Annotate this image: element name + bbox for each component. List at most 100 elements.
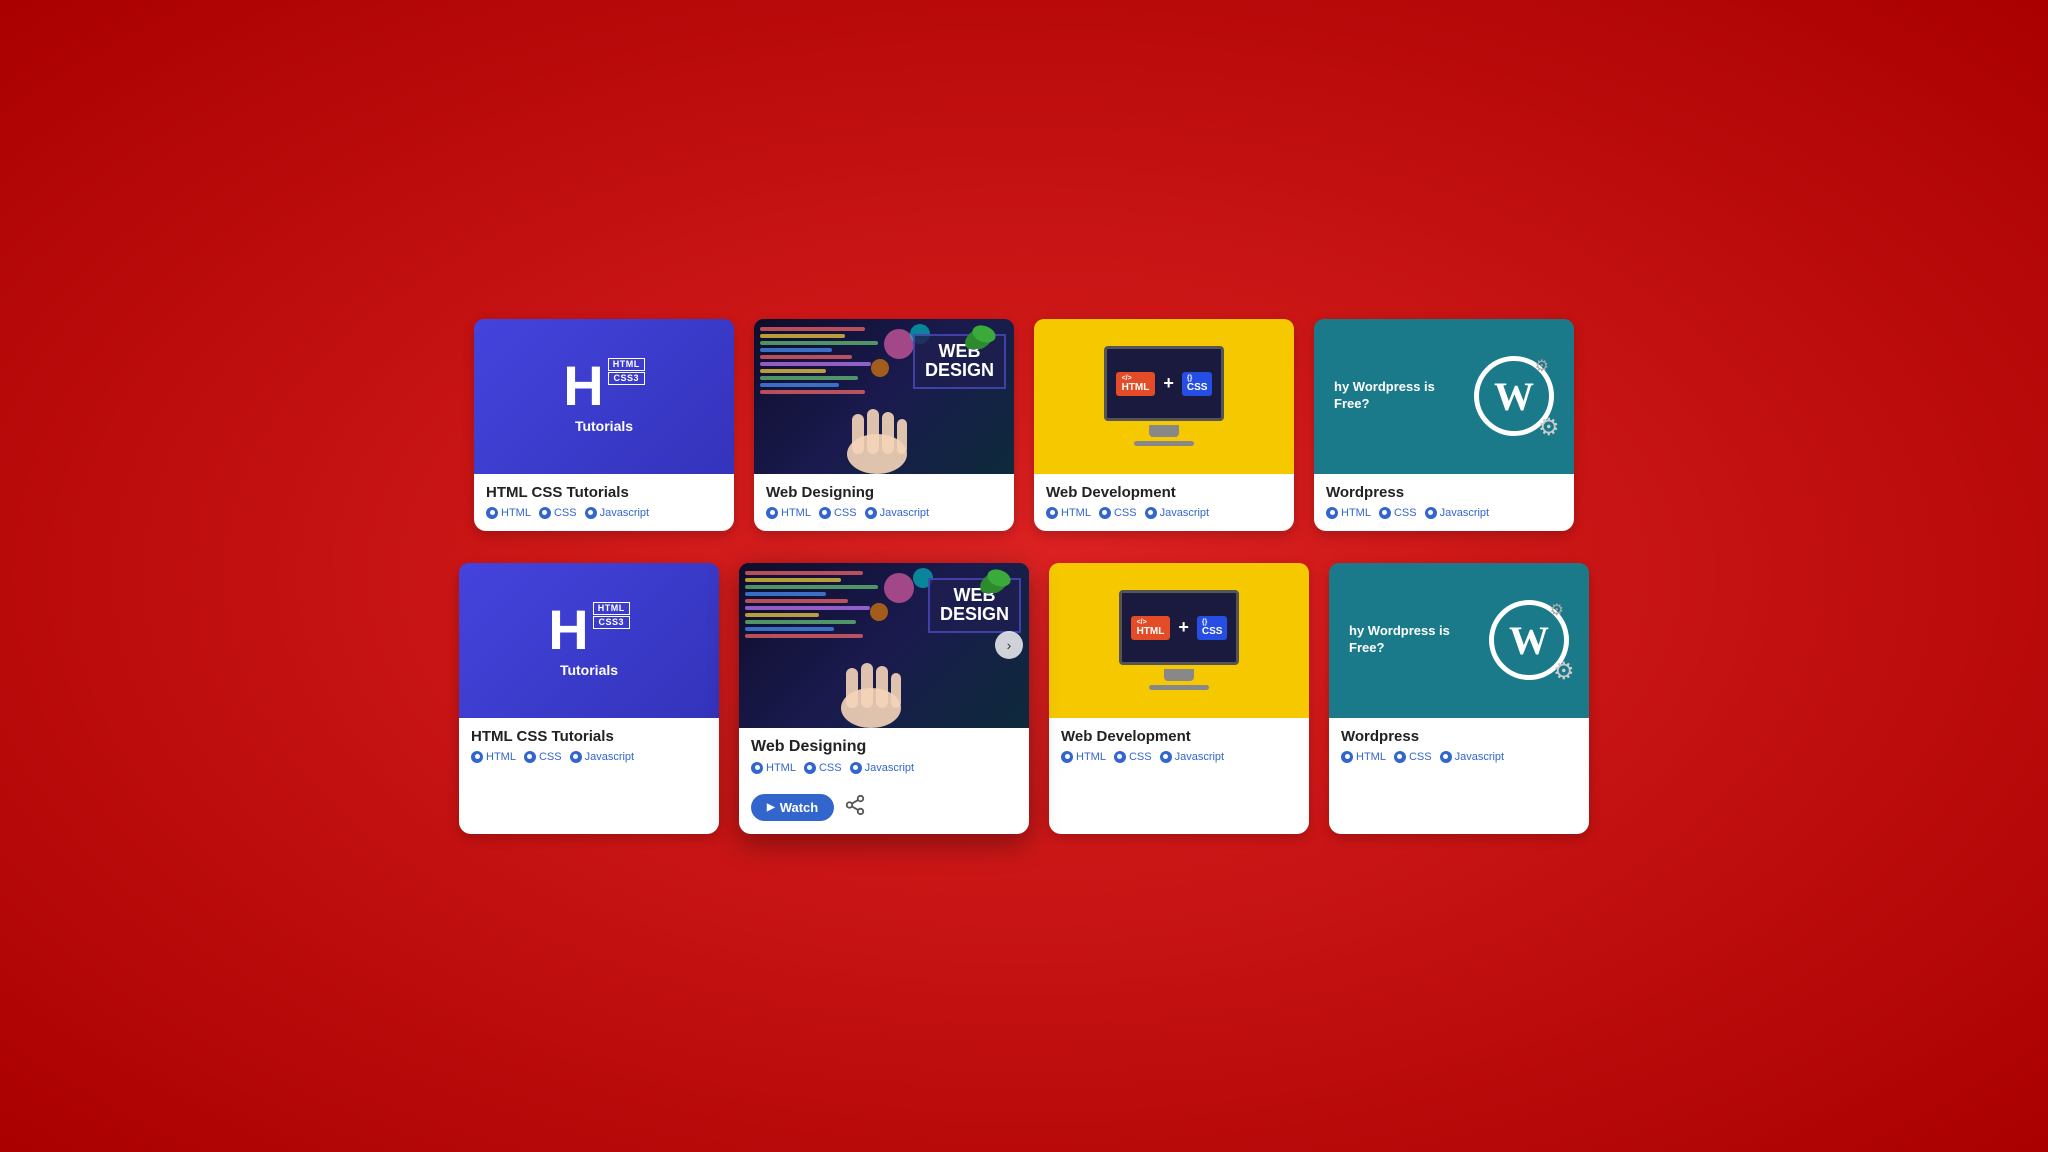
html-badge-1: </> HTML <box>1116 372 1156 396</box>
code-line-3 <box>760 341 878 345</box>
card-tags-wordpress-2: HTML CSS Javascript <box>1341 751 1577 763</box>
tag-dot-js-1 <box>585 507 597 519</box>
monitor-screen-2: </> HTML + {} CSS <box>1119 590 1239 665</box>
tag-js-wd1: Javascript <box>865 507 930 519</box>
tag-dot-html-wdev2 <box>1061 751 1073 763</box>
tag-dot-html-1 <box>486 507 498 519</box>
tag-dot-html-exp <box>751 762 763 774</box>
card-thumbnail-web-designing-expanded: WEB DESIGN <box>739 563 1029 728</box>
css-badge-2: {} CSS <box>1197 616 1228 640</box>
tag-dot-css-1 <box>539 507 551 519</box>
card-thumbnail-web-designing-1: WEB DESIGN <box>754 319 1014 474</box>
card-html-css-tutorials-2: H HTML CSS3 Tutorials HTML CSS Tutorials… <box>459 563 719 834</box>
card-web-designing-1: WEB DESIGN <box>754 319 1014 531</box>
code-line-8 <box>760 376 858 380</box>
card-info-html-css-1: HTML CSS Tutorials HTML CSS Javascript <box>474 474 734 531</box>
code-line-exp-6 <box>745 606 870 610</box>
card-tags-html-css-1: HTML CSS Javascript <box>486 507 722 519</box>
watch-button[interactable]: Watch <box>751 794 834 821</box>
card-tags-html-css-2: HTML CSS Javascript <box>471 751 707 763</box>
code-line-7 <box>760 369 826 373</box>
logo-badge-css3-2: CSS3 <box>593 616 630 629</box>
gear-icon-small-2: ⚙ <box>1550 600 1564 620</box>
page-wrapper: H HTML CSS3 Tutorials HTML CSS Tutorials… <box>424 319 1624 834</box>
code-line-exp-4 <box>745 592 826 596</box>
deco-circle-orange-1 <box>871 359 889 377</box>
card-web-dev-2: </> HTML + {} CSS Web Development <box>1049 563 1309 834</box>
tag-js-wp1: Javascript <box>1425 507 1490 519</box>
monitor-wrapper-1: </> HTML + {} CSS <box>1104 346 1224 446</box>
plant-deco-exp <box>974 563 1014 598</box>
code-line-exp-1 <box>745 571 863 575</box>
card-web-dev-1: </> HTML + {} CSS Web Development <box>1034 319 1294 531</box>
tag-js-r2c1: Javascript <box>570 751 635 763</box>
tag-html-wdev2: HTML <box>1061 751 1106 763</box>
card-actions-exp: Watch <box>739 786 1029 834</box>
wp-text-section-1: hy Wordpress is Free? <box>1334 379 1464 413</box>
card-info-wordpress-1: Wordpress HTML CSS Javascript <box>1314 474 1574 531</box>
logo-h-letter-1: H <box>563 358 603 414</box>
card-tags-web-dev-1: HTML CSS Javascript <box>1046 507 1282 519</box>
monitor-base-1 <box>1134 441 1194 446</box>
plus-sign-2: + <box>1178 617 1189 638</box>
deco-circle-pink-exp <box>884 573 914 603</box>
wp-logo-section-1: W ⚙ ⚙ <box>1474 356 1554 436</box>
tag-dot-html-wp2 <box>1341 751 1353 763</box>
code-line-6 <box>760 362 871 366</box>
tag-css-wd1: CSS <box>819 507 857 519</box>
card-title-wordpress-1: Wordpress <box>1326 484 1562 501</box>
web-design-label-exp-2: DESIGN <box>940 605 1009 625</box>
tag-css-wdev1: CSS <box>1099 507 1137 519</box>
plus-sign-1: + <box>1163 373 1174 394</box>
code-line-2 <box>760 334 845 338</box>
tag-css-wdev2: CSS <box>1114 751 1152 763</box>
card-row-1: H HTML CSS3 Tutorials HTML CSS Tutorials… <box>424 319 1624 531</box>
card-wordpress-1: hy Wordpress is Free? W ⚙ ⚙ Wordpress HT… <box>1314 319 1574 531</box>
logo-tutorials-2: Tutorials <box>548 662 629 678</box>
share-icon[interactable] <box>844 794 866 822</box>
plant-deco-1 <box>959 319 999 354</box>
tag-css-1: CSS <box>539 507 577 519</box>
card-title-html-css-1: HTML CSS Tutorials <box>486 484 722 501</box>
hand-element-1 <box>832 394 922 474</box>
card-tags-web-designing-exp: HTML CSS Javascript <box>751 762 1017 774</box>
card-title-html-css-2: HTML CSS Tutorials <box>471 728 707 745</box>
tag-dot-js-r2c1 <box>570 751 582 763</box>
nav-arrow-right-exp[interactable]: › <box>995 631 1023 659</box>
card-title-web-dev-2: Web Development <box>1061 728 1297 745</box>
monitor-wrapper-2: </> HTML + {} CSS <box>1119 590 1239 690</box>
tag-dot-css-wp1 <box>1379 507 1391 519</box>
tag-dot-js-exp <box>850 762 862 774</box>
tag-dot-js-wdev1 <box>1145 507 1157 519</box>
code-line-exp-2 <box>745 578 841 582</box>
tag-html-wdev1: HTML <box>1046 507 1091 519</box>
tag-dot-html-wdev1 <box>1046 507 1058 519</box>
logo-h-1: H HTML CSS3 <box>563 358 644 414</box>
deco-circle-orange-exp <box>870 603 888 621</box>
card-info-web-designing-exp: Web Designing HTML CSS Javascript <box>739 728 1029 786</box>
web-design-photo-1: WEB DESIGN <box>754 319 1014 474</box>
code-line-exp-3 <box>745 585 878 589</box>
card-info-web-dev-1: Web Development HTML CSS Javascript <box>1034 474 1294 531</box>
tag-dot-js-wdev2 <box>1160 751 1172 763</box>
code-line-5 <box>760 355 852 359</box>
card-info-wordpress-2: Wordpress HTML CSS Javascript <box>1329 718 1589 775</box>
logo-badge-html-1: HTML <box>608 358 645 371</box>
card-tags-wordpress-1: HTML CSS Javascript <box>1326 507 1562 519</box>
code-line-exp-5 <box>745 599 848 603</box>
tag-html-exp: HTML <box>751 762 796 774</box>
logo-h-2: H HTML CSS3 <box>548 602 629 658</box>
tag-html-1: HTML <box>486 507 531 519</box>
tag-dot-css-exp <box>804 762 816 774</box>
tag-css-wp2: CSS <box>1394 751 1432 763</box>
logo-badges-2: HTML CSS3 <box>593 602 630 629</box>
tag-html-wd1: HTML <box>766 507 811 519</box>
tag-js-wdev2: Javascript <box>1160 751 1225 763</box>
card-info-web-dev-2: Web Development HTML CSS Javascript <box>1049 718 1309 775</box>
gear-icon-small-1: ⚙ <box>1535 356 1549 376</box>
logo-h-letter-2: H <box>548 602 588 658</box>
tag-css-wp1: CSS <box>1379 507 1417 519</box>
tag-dot-html-r2c1 <box>471 751 483 763</box>
wp-w-1: W <box>1494 373 1534 420</box>
card-title-web-dev-1: Web Development <box>1046 484 1282 501</box>
